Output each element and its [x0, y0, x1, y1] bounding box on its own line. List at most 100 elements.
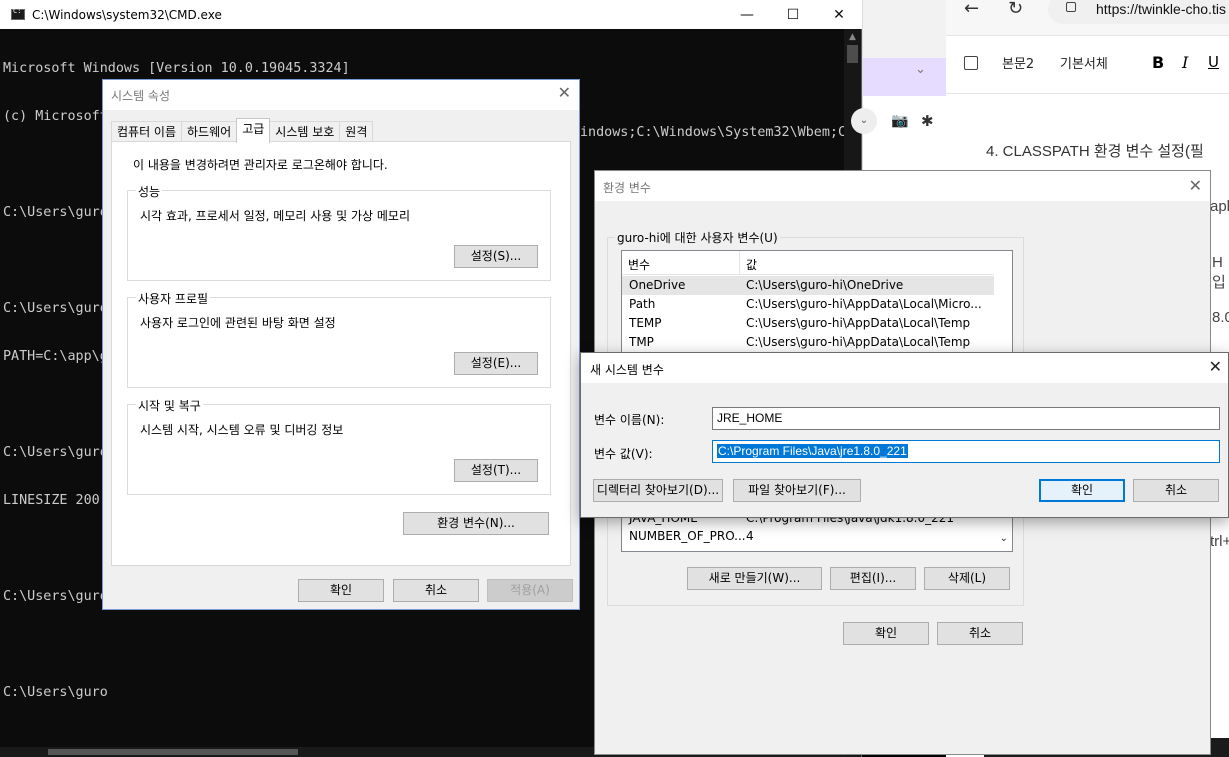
- background-browser-fragment: ⌄ ⌄ 📷 ✱: [851, 0, 947, 170]
- dialog-titlebar[interactable]: 새 시스템 변수 ✕: [581, 353, 1228, 383]
- article-text-fragment: 8.0: [1212, 309, 1229, 326]
- cmd-titlebar[interactable]: C:\Windows\system32\CMD.exe — ☐ ✕: [0, 0, 862, 29]
- italic-button[interactable]: I: [1182, 53, 1188, 72]
- variable-name: OneDrive: [629, 278, 686, 292]
- list-item[interactable]: Path C:\Users\guro-hi\AppData\Local\Micr…: [622, 295, 994, 314]
- close-button[interactable]: ✕: [816, 0, 862, 29]
- article-text-fragment: apl: [1210, 198, 1229, 215]
- startup-settings-button[interactable]: 설정(T)...: [454, 459, 538, 482]
- variable-value: C:\Users\guro-hi\AppData\Local\Micro...: [746, 297, 982, 311]
- variable-name: TEMP: [629, 316, 662, 330]
- performance-settings-button[interactable]: 설정(S)...: [454, 245, 538, 268]
- column-header-variable[interactable]: 변수: [628, 256, 650, 273]
- group-label: 성능: [136, 183, 163, 200]
- cancel-button[interactable]: 취소: [1133, 479, 1219, 502]
- minimize-button[interactable]: —: [724, 0, 770, 29]
- dialog-title: 새 시스템 변수: [590, 363, 664, 377]
- list-header: 변수 값: [622, 251, 994, 275]
- tab-bar: 컴퓨터 이름 하드웨어 고급 시스템 보호 원격: [111, 118, 374, 143]
- advanced-tab-page: 이 내용을 변경하려면 관리자로 로그온해야 합니다. 성능 시각 효과, 프로…: [111, 141, 571, 566]
- group-description: 사용자 로그인에 관련된 바탕 화면 설정: [140, 316, 336, 330]
- toolbar-fragment: [863, 96, 947, 170]
- list-item[interactable]: TMP C:\Users\guro-hi\AppData\Local\Temp: [622, 333, 994, 352]
- url-text[interactable]: https://twinkle-cho.tis: [1096, 1, 1226, 17]
- environment-variables-button[interactable]: 환경 변수(N)...: [403, 512, 549, 535]
- list-item[interactable]: NUMBER_OF_PRO... 4: [622, 527, 994, 546]
- camera-icon[interactable]: 📷: [891, 113, 908, 129]
- variable-value: 4: [746, 529, 754, 543]
- image-insert-icon[interactable]: [964, 56, 978, 70]
- tab-computer-name[interactable]: 컴퓨터 이름: [111, 121, 183, 142]
- dialog-titlebar[interactable]: 환경 변수 ✕: [595, 171, 1210, 201]
- variable-name-label: 변수 이름(N):: [594, 413, 665, 427]
- cmd-path-tail: indows;C:\Windows\System32\Wbem;C: [580, 125, 847, 140]
- article-text-fragment: H 입: [1212, 254, 1226, 291]
- scroll-up-icon[interactable]: ▲: [844, 29, 861, 45]
- underline-button[interactable]: U: [1208, 53, 1219, 71]
- browser-toolbar: ← ↻ https://twinkle-cho.tis: [946, 0, 1229, 36]
- dialog-title: 환경 변수: [603, 181, 651, 195]
- ok-button[interactable]: 확인: [1039, 479, 1125, 502]
- browse-file-button[interactable]: 파일 찾아보기(F)...: [733, 479, 861, 502]
- variable-value: C:\Users\guro-hi\OneDrive: [746, 278, 904, 292]
- performance-group: 성능 시각 효과, 프로세서 일정, 메모리 사용 및 가상 메모리 설정(S)…: [127, 183, 551, 281]
- close-icon[interactable]: ✕: [1209, 357, 1222, 376]
- tab-system-protection[interactable]: 시스템 보호: [269, 121, 341, 142]
- bold-button[interactable]: B: [1152, 53, 1164, 72]
- system-properties-dialog: 시스템 속성 ✕ 컴퓨터 이름 하드웨어 고급 시스템 보호 원격 이 내용을 …: [102, 79, 580, 610]
- scroll-down-icon[interactable]: ⌄: [1000, 533, 1008, 544]
- profile-settings-button[interactable]: 설정(E)...: [454, 352, 538, 375]
- lock-icon: [1066, 2, 1076, 12]
- variable-name: TMP: [629, 335, 654, 349]
- close-icon[interactable]: ✕: [558, 83, 571, 102]
- tab-advanced[interactable]: 고급: [236, 118, 271, 143]
- user-profile-group: 사용자 프로필 사용자 로그인에 관련된 바탕 화면 설정 설정(E)...: [127, 290, 551, 388]
- scroll-thumb[interactable]: [847, 45, 858, 63]
- back-arrow-icon[interactable]: ←: [964, 0, 979, 18]
- tab-hardware[interactable]: 하드웨어: [181, 121, 238, 142]
- selected-text: C:\Program Files\Java\jre1.8.0_221: [717, 444, 908, 458]
- apply-button[interactable]: 적용(A): [487, 579, 573, 602]
- edit-variable-button[interactable]: 편집(I)...: [830, 567, 916, 590]
- font-dropdown[interactable]: 기본서체: [1060, 53, 1108, 72]
- cmd-line: [3, 637, 382, 653]
- variable-value-field[interactable]: C:\Program Files\Java\jre1.8.0_221: [712, 440, 1220, 463]
- ok-button[interactable]: 확인: [298, 579, 384, 602]
- extensions-icon[interactable]: ✱: [921, 112, 934, 130]
- cmd-title: C:\Windows\system32\CMD.exe: [32, 7, 222, 22]
- new-variable-button[interactable]: 새로 만들기(W)...: [687, 567, 822, 590]
- reload-icon[interactable]: ↻: [1008, 0, 1023, 18]
- maximize-button[interactable]: ☐: [770, 0, 816, 29]
- column-header-value[interactable]: 값: [746, 256, 757, 273]
- column-separator[interactable]: [739, 251, 740, 275]
- hscroll-thumb[interactable]: [48, 749, 298, 755]
- tab-strip-fragment: [863, 58, 947, 96]
- cmd-line: Microsoft Windows [Version 10.0.19045.33…: [3, 61, 350, 76]
- list-item[interactable]: TEMP C:\Users\guro-hi\AppData\Local\Temp: [622, 314, 994, 333]
- group-label: guro-hi에 대한 사용자 변수(U): [615, 229, 780, 246]
- article-heading: 4. CLASSPATH 환경 변수 설정(필: [986, 143, 1204, 160]
- delete-variable-button[interactable]: 삭제(L): [924, 567, 1010, 590]
- tab-remote[interactable]: 원격: [339, 121, 374, 142]
- close-icon[interactable]: ✕: [1189, 176, 1202, 195]
- group-description: 시스템 시작, 시스템 오류 및 디버깅 정보: [140, 423, 344, 437]
- dialog-titlebar[interactable]: 시스템 속성 ✕: [103, 80, 579, 110]
- ok-button[interactable]: 확인: [843, 622, 929, 645]
- startup-recovery-group: 시작 및 복구 시스템 시작, 시스템 오류 및 디버깅 정보 설정(T)...: [127, 397, 551, 495]
- cancel-button[interactable]: 취소: [393, 579, 479, 602]
- cmd-line: C:\Users\guro: [3, 685, 108, 700]
- dialog-title: 시스템 속성: [111, 89, 171, 103]
- new-system-variable-dialog: 새 시스템 변수 ✕ 변수 이름(N): JRE_HOME 변수 값(V): C…: [580, 352, 1229, 518]
- group-description: 시각 효과, 프로세서 일정, 메모리 사용 및 가상 메모리: [140, 209, 410, 223]
- paragraph-style-dropdown[interactable]: 본문2: [1002, 53, 1034, 72]
- chevron-down-icon[interactable]: ⌄: [915, 62, 926, 77]
- list-item[interactable]: OneDrive C:\Users\guro-hi\OneDrive: [622, 276, 994, 295]
- chevron-down-icon[interactable]: ⌄: [851, 108, 877, 134]
- variable-value: C:\Users\guro-hi\AppData\Local\Temp: [746, 335, 971, 349]
- admin-note: 이 내용을 변경하려면 관리자로 로그온해야 합니다.: [133, 158, 388, 172]
- variable-name: Path: [629, 297, 656, 311]
- variable-name-field[interactable]: JRE_HOME: [712, 407, 1220, 430]
- variable-name: NUMBER_OF_PRO...: [629, 529, 746, 543]
- browse-directory-button[interactable]: 디렉터리 찾아보기(D)...: [593, 479, 723, 502]
- cancel-button[interactable]: 취소: [937, 622, 1023, 645]
